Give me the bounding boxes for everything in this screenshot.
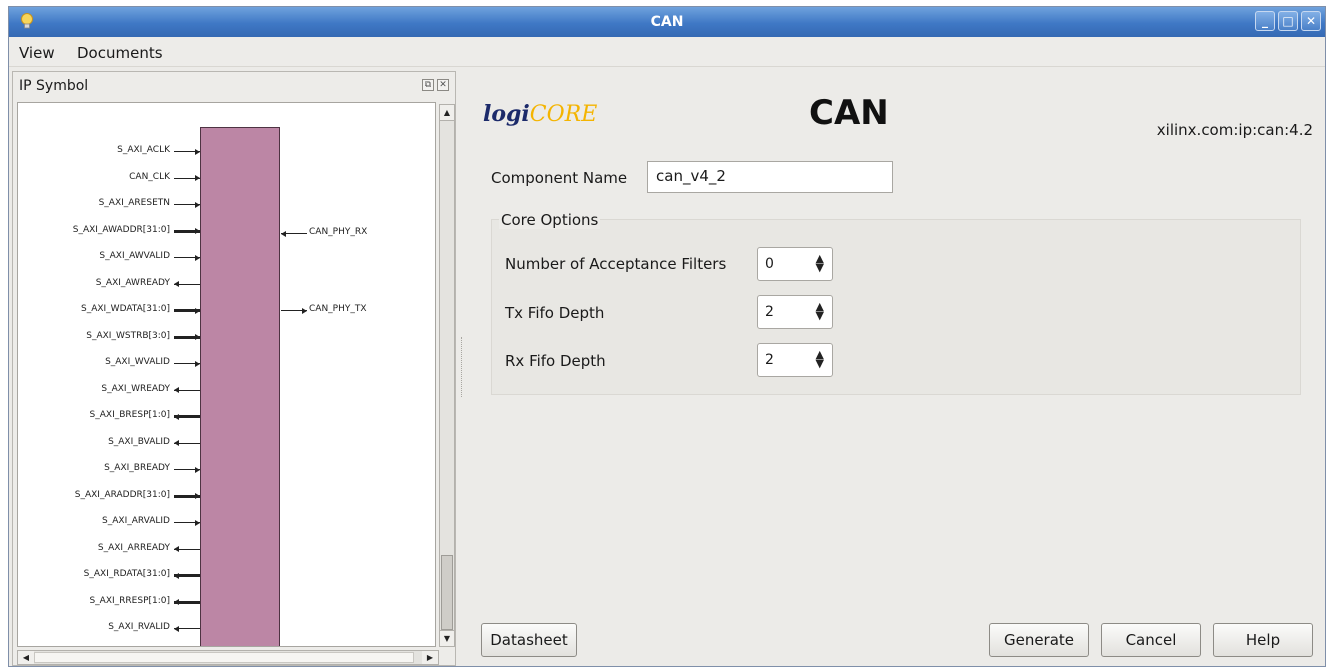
scroll-right-icon[interactable]: ▶ xyxy=(422,651,438,664)
help-button[interactable]: Help xyxy=(1213,623,1313,657)
pin-arrow-icon xyxy=(174,413,179,420)
pin-arrow-icon xyxy=(174,387,179,393)
pin-arrow-icon xyxy=(195,201,200,208)
core-options-group xyxy=(491,219,1301,395)
spin-arrows-icon[interactable]: ▲ ▼ xyxy=(816,349,824,369)
pin-arrow-icon xyxy=(195,254,200,261)
scroll-thumb[interactable] xyxy=(441,555,453,630)
pin-arrow-icon xyxy=(195,519,200,526)
acceptance-filters-label: Number of Acceptance Filters xyxy=(505,255,727,273)
rx-fifo-value: 2 xyxy=(765,352,774,368)
panel-close-icon[interactable]: ✕ xyxy=(437,79,449,91)
core-options-title: Core Options xyxy=(499,211,601,229)
rx-fifo-spinbox[interactable]: 2 ▲ ▼ xyxy=(757,343,833,377)
pin-arrow-icon xyxy=(174,546,179,552)
title-bar[interactable]: CAN _ □ ✕ xyxy=(9,7,1325,37)
pin-arrow-icon xyxy=(195,175,200,181)
logicore-logo: logiCORE xyxy=(483,101,598,127)
scroll-up-icon[interactable]: ▲ xyxy=(440,105,454,121)
pin-arrow-icon xyxy=(195,493,200,499)
pin-label: S_AXI_AWVALID xyxy=(99,251,170,261)
close-icon[interactable]: ✕ xyxy=(1301,11,1321,31)
config-panel: logiCORE CAN xilinx.com:ip:can:4.2 Compo… xyxy=(469,71,1321,666)
pin-label: S_AXI_ARVALID xyxy=(102,516,170,526)
rx-fifo-label: Rx Fifo Depth xyxy=(505,352,606,370)
tx-fifo-spinbox[interactable]: 2 ▲ ▼ xyxy=(757,295,833,329)
pin-label: S_AXI_ARREADY xyxy=(97,542,170,553)
pin-arrow-icon xyxy=(195,466,200,473)
vlnv-label: xilinx.com:ip:can:4.2 xyxy=(1156,121,1313,139)
panel-splitter[interactable] xyxy=(461,337,465,397)
pin-label: S_AXI_AWREADY xyxy=(95,277,170,288)
pin-label: S_AXI_ARADDR[31:0] xyxy=(74,489,170,500)
component-name-input[interactable]: can_v4_2 xyxy=(647,161,893,193)
pin-arrow-icon xyxy=(174,281,179,287)
pin-label: S_AXI_WDATA[31:0] xyxy=(80,304,170,314)
scroll-left-icon[interactable]: ◀ xyxy=(18,651,34,664)
pin-label: CAN_PHY_TX xyxy=(309,304,367,314)
pin-label: S_AXI_ARESETN xyxy=(98,198,170,208)
pin-label: S_AXI_WSTRB[3:0] xyxy=(86,330,170,341)
window-title: CAN xyxy=(650,14,684,30)
tx-fifo-label: Tx Fifo Depth xyxy=(505,304,605,322)
scroll-down-icon[interactable]: ▼ xyxy=(440,630,454,646)
maximize-icon[interactable]: □ xyxy=(1278,11,1298,31)
pin-label: CAN_CLK xyxy=(129,171,170,182)
ip-symbol-panel: IP Symbol ⧉ ✕ S_AXI_ACLK CAN_CLK S_AXI_ARE… xyxy=(12,71,456,666)
spin-arrows-icon[interactable]: ▲ ▼ xyxy=(816,253,824,273)
pin-arrow-icon xyxy=(195,360,200,367)
pin-label: S_AXI_BRESP[1:0] xyxy=(89,410,170,420)
menu-view[interactable]: View xyxy=(19,44,55,62)
menu-documents[interactable]: Documents xyxy=(77,44,163,62)
pin-label: S_AXI_BREADY xyxy=(104,463,170,473)
pin-label: S_AXI_RRESP[1:0] xyxy=(89,595,170,606)
pin-label: S_AXI_AWADDR[31:0] xyxy=(72,224,170,235)
pin-label: S_AXI_ACLK xyxy=(117,145,170,155)
symbol-canvas: S_AXI_ACLK CAN_CLK S_AXI_ARESETN S_AXI_AWAD… xyxy=(17,102,436,647)
hscroll-thumb[interactable] xyxy=(34,652,414,663)
pin-arrow-icon xyxy=(195,334,200,340)
pin-arrow-icon xyxy=(195,148,200,155)
ip-symbol-title: IP Symbol xyxy=(19,78,89,94)
pin-label: S_AXI_WVALID xyxy=(105,357,170,367)
acceptance-filters-value: 0 xyxy=(765,256,774,272)
pin-label: S_AXI_RVALID xyxy=(108,622,170,632)
pin-arrow-icon xyxy=(174,599,179,605)
minimize-icon[interactable]: _ xyxy=(1255,11,1275,31)
pin-arrow-icon xyxy=(174,440,179,446)
ip-symbol-block xyxy=(200,127,280,646)
component-name-label: Component Name xyxy=(491,169,628,187)
pin-label: S_AXI_WREADY xyxy=(101,383,170,394)
acceptance-filters-spinbox[interactable]: 0 ▲ ▼ xyxy=(757,247,833,281)
pin-arrow-icon xyxy=(195,228,200,234)
pin-arrow-icon xyxy=(174,625,179,632)
cancel-button[interactable]: Cancel xyxy=(1101,623,1201,657)
pin-arrow-icon xyxy=(281,230,286,237)
tx-fifo-value: 2 xyxy=(765,304,774,320)
menu-bar: View Documents xyxy=(9,37,1325,67)
horizontal-scrollbar[interactable]: ◀ ▶ xyxy=(17,650,439,665)
pin-arrow-icon xyxy=(174,572,179,579)
pin-label: S_AXI_RDATA[31:0] xyxy=(83,569,170,579)
ip-title: CAN xyxy=(809,93,889,133)
spin-arrows-icon[interactable]: ▲ ▼ xyxy=(816,301,824,321)
pin-arrow-icon xyxy=(195,307,200,314)
generate-button[interactable]: Generate xyxy=(989,623,1089,657)
datasheet-button[interactable]: Datasheet xyxy=(481,623,577,657)
detach-icon[interactable]: ⧉ xyxy=(422,79,434,91)
pin-label: CAN_PHY_RX xyxy=(309,227,368,237)
vertical-scrollbar[interactable]: ▲ ▼ xyxy=(439,104,455,647)
pin-arrow-icon xyxy=(302,307,307,314)
can-window: CAN _ □ ✕ View Documents IP Symbol ⧉ ✕ S… xyxy=(8,6,1326,667)
pin-label: S_AXI_BVALID xyxy=(108,436,170,447)
